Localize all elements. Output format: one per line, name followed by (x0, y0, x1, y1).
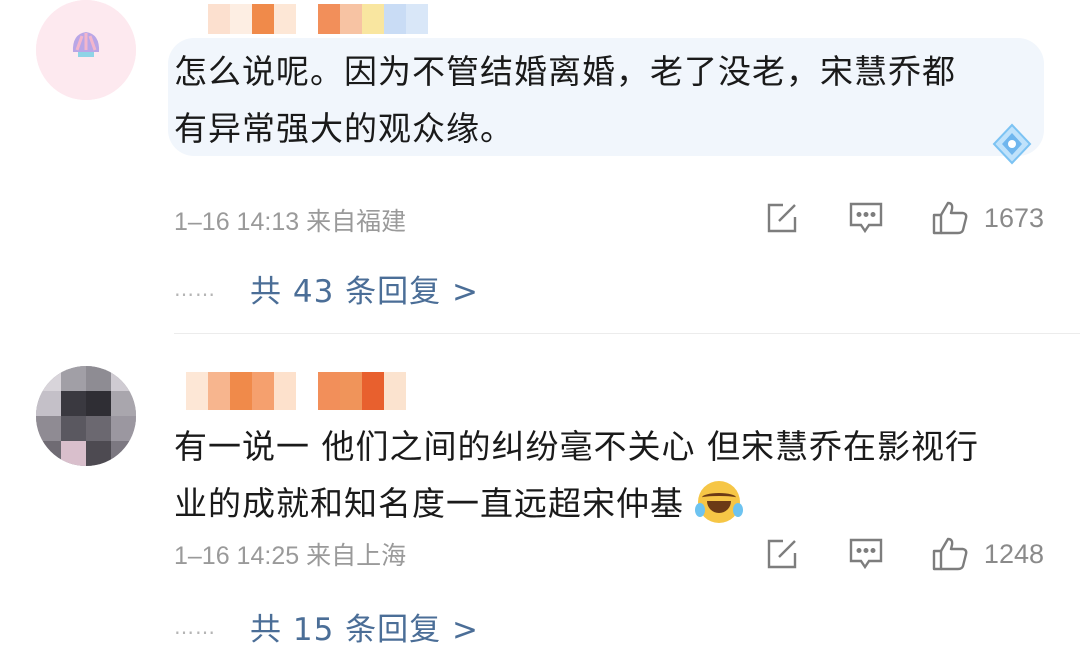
comment-text: 有一说一 他们之间的纠纷毫不关心 但宋慧乔在影视行 业的成就和知名度一直远超宋仲… (174, 418, 1034, 532)
like-count: 1673 (983, 202, 1044, 233)
comment-text: 怎么说呢。因为不管结婚离婚，老了没老，宋慧乔都 有异常强大的观众缘。 (174, 43, 1034, 157)
comment-text-line: 业的成就和知名度一直远超宋仲基 (174, 475, 1034, 532)
username-mosaic[interactable] (186, 4, 428, 34)
dots: …… (174, 614, 216, 639)
dots: …… (174, 276, 216, 301)
comment-text-line: 有一说一 他们之间的纠纷毫不关心 但宋慧乔在影视行 (174, 427, 979, 466)
thumbs-up-icon[interactable] (928, 196, 972, 240)
comment-text-line: 有异常强大的观众缘。 (174, 109, 514, 148)
username-mosaic[interactable] (186, 372, 406, 410)
comment-item: 怎么说呢。因为不管结婚离婚，老了没老，宋慧乔都 有异常强大的观众缘。 1–16 … (0, 0, 1080, 334)
comment-item: 有一说一 他们之间的纠纷毫不关心 但宋慧乔在影视行 业的成就和知名度一直远超宋仲… (0, 338, 1080, 653)
replies-row: …… 共 15 条回复 > (174, 604, 479, 649)
share-edit-icon[interactable] (760, 196, 804, 240)
comment-meta: 1–16 14:25 来自上海 (174, 542, 407, 570)
replies-row: …… 共 43 条回复 > (174, 266, 479, 311)
avatar-mosaic-icon (36, 366, 136, 466)
comment-meta: 1–16 14:13 来自福建 (174, 208, 407, 236)
avatar-shell-icon (36, 0, 136, 100)
comment-actions: 1673 (760, 196, 1044, 240)
view-replies-link[interactable]: 共 15 条回复 > (250, 604, 479, 649)
comment-actions: 1248 (760, 532, 1044, 576)
comment-icon[interactable] (844, 196, 888, 240)
like-count: 1248 (983, 538, 1044, 569)
divider (174, 333, 1080, 334)
thumbs-up-icon[interactable] (928, 532, 972, 576)
avatar[interactable] (36, 0, 136, 100)
view-replies-link[interactable]: 共 43 条回复 > (250, 266, 479, 311)
comment-text-span: 业的成就和知名度一直远超宋仲基 (174, 484, 684, 523)
comment-icon[interactable] (844, 532, 888, 576)
diamond-badge-icon (990, 122, 1034, 166)
comment-text-line: 怎么说呢。因为不管结婚离婚，老了没老，宋慧乔都 (174, 52, 956, 91)
laughing-crying-emoji (695, 481, 743, 523)
avatar[interactable] (36, 366, 136, 466)
share-edit-icon[interactable] (760, 532, 804, 576)
